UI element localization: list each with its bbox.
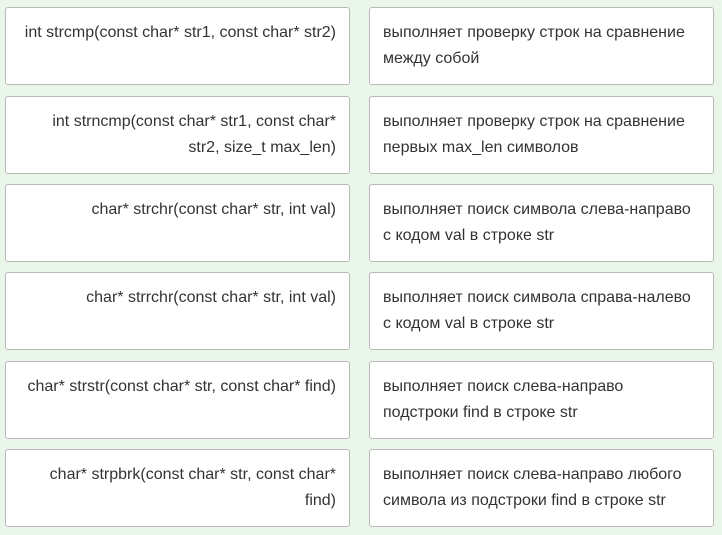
matching-row: char* strrchr(const char* str, int val) … xyxy=(0,272,722,350)
description-card[interactable]: выполняет поиск слева-направо подстроки … xyxy=(369,361,714,439)
matching-board: int strcmp(const char* str1, const char*… xyxy=(0,0,722,535)
function-card[interactable]: char* strpbrk(const char* str, const cha… xyxy=(5,449,350,527)
description-card[interactable]: выполняет поиск слева-направо любого сим… xyxy=(369,449,714,527)
description-card[interactable]: выполняет поиск символа слева-направо с … xyxy=(369,184,714,262)
description-card[interactable]: выполняет проверку строк на сравнение ме… xyxy=(369,7,714,85)
matching-row: int strncmp(const char* str1, const char… xyxy=(0,96,722,174)
function-card[interactable]: int strcmp(const char* str1, const char*… xyxy=(5,7,350,85)
matching-row: int strcmp(const char* str1, const char*… xyxy=(0,7,722,85)
function-card[interactable]: int strncmp(const char* str1, const char… xyxy=(5,96,350,174)
description-card[interactable]: выполняет проверку строк на сравнение пе… xyxy=(369,96,714,174)
function-card[interactable]: char* strstr(const char* str, const char… xyxy=(5,361,350,439)
matching-row: char* strchr(const char* str, int val) в… xyxy=(0,184,722,262)
function-card[interactable]: char* strchr(const char* str, int val) xyxy=(5,184,350,262)
description-card[interactable]: выполняет поиск символа справа-налево с … xyxy=(369,272,714,350)
matching-row: char* strpbrk(const char* str, const cha… xyxy=(0,449,722,527)
matching-row: char* strstr(const char* str, const char… xyxy=(0,361,722,439)
function-card[interactable]: char* strrchr(const char* str, int val) xyxy=(5,272,350,350)
